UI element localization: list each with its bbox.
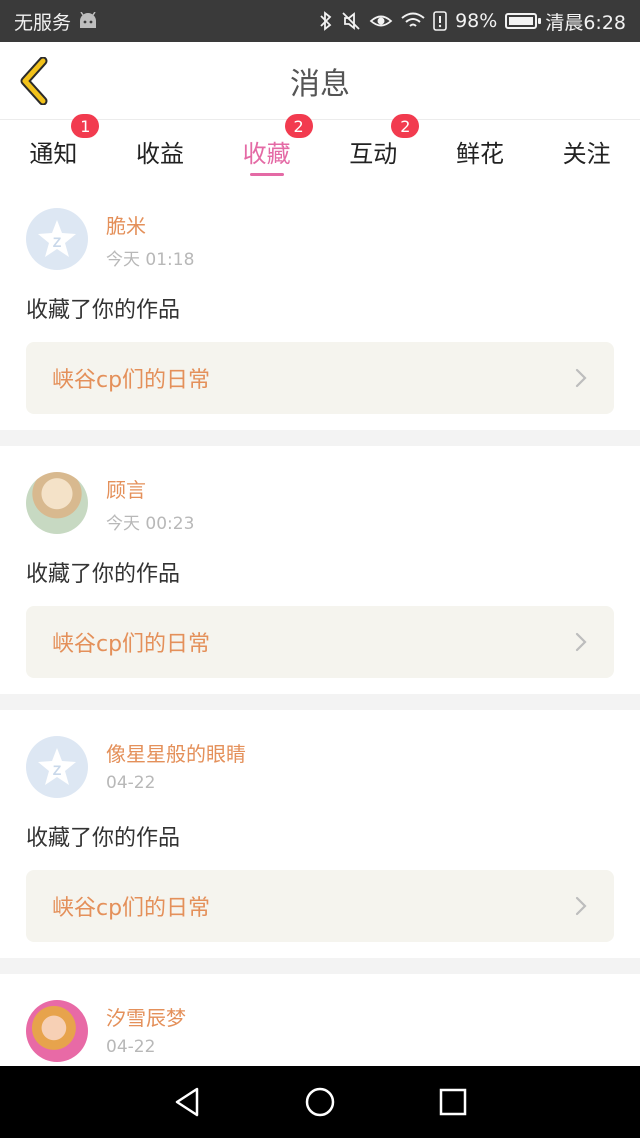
user-meta: 顾言今天 00:23: [106, 472, 194, 534]
page-title: 消息: [290, 66, 350, 102]
circle-home-icon: [305, 1087, 335, 1117]
battery-percent: 98%: [455, 10, 498, 32]
username[interactable]: 脆米: [106, 210, 194, 239]
action-text: 收藏了你的作品: [26, 298, 181, 323]
svg-text:Z: Z: [53, 762, 62, 778]
tab-label: 收藏: [242, 139, 291, 168]
doll-avatar[interactable]: [26, 1000, 88, 1062]
battery-icon: [505, 13, 542, 29]
mute-icon: [341, 11, 361, 31]
carrier-label: 无服务: [14, 11, 72, 34]
user-meta: 像星星般的眼睛 04-22: [106, 736, 246, 793]
star-icon: Z: [38, 748, 76, 785]
chevron-right-icon: [574, 631, 588, 653]
nav-back-button[interactable]: [163, 1078, 211, 1126]
username[interactable]: 顾言: [106, 474, 194, 503]
unread-badge: 1: [71, 114, 100, 138]
clock: 清晨6:28: [545, 11, 626, 34]
tab-label: 通知: [29, 139, 78, 168]
android-icon: [77, 12, 99, 30]
timestamp: 今天 01:18: [106, 250, 195, 270]
chevron-right-icon: [574, 895, 588, 917]
triangle-back-icon: [175, 1087, 198, 1117]
tab-3[interactable]: 互动 2: [320, 114, 427, 182]
tab-2[interactable]: 收藏 2: [213, 114, 320, 182]
system-nav-bar: [0, 1066, 640, 1138]
tab-label: 鲜花: [455, 139, 504, 168]
work-link[interactable]: 峡谷cp们的日常: [26, 342, 614, 414]
default-avatar[interactable]: Z: [26, 736, 88, 798]
star-icon: Z: [38, 220, 76, 257]
sim-alert-icon: [433, 11, 447, 31]
nav-recents-button[interactable]: [429, 1078, 477, 1126]
chevron-right-icon: [574, 367, 588, 389]
message-card: 顾言今天 00:23 收藏了你的作品峡谷cp们的日常: [0, 446, 640, 694]
message-card: Z 像星星般的眼睛 04-22 收藏了你的作品峡谷cp们的日常: [0, 710, 640, 958]
user-meta: 脆米今天 01:18: [106, 208, 194, 270]
timestamp: 04-22: [106, 773, 156, 793]
unread-badge: 2: [391, 114, 420, 138]
back-button[interactable]: [14, 56, 54, 106]
nav-home-button[interactable]: [296, 1078, 344, 1126]
wifi-icon: [401, 12, 425, 30]
active-tab-indicator: [249, 173, 284, 176]
tab-bar: 通知 1 收益 收藏 2 互动 2 鲜花 关注: [0, 114, 640, 182]
work-title: 峡谷cp们的日常: [52, 632, 211, 657]
tab-4[interactable]: 鲜花: [427, 120, 534, 182]
username[interactable]: 像星星般的眼睛: [106, 738, 246, 767]
work-link[interactable]: 峡谷cp们的日常: [26, 606, 614, 678]
anime-girl-avatar[interactable]: [26, 472, 88, 534]
eye-comfort-icon: [369, 12, 393, 30]
square-recents-icon: [440, 1088, 467, 1116]
action-text: 收藏了你的作品: [26, 562, 181, 587]
tab-label: 互动: [349, 139, 398, 168]
status-bar: 无服务 98% 清晨6:28: [0, 0, 640, 42]
timestamp: 04-22: [106, 1037, 156, 1057]
user-row: Z 像星星般的眼睛 04-22: [26, 736, 614, 798]
tab-5[interactable]: 关注: [533, 120, 640, 182]
tab-1[interactable]: 收益: [107, 120, 214, 182]
timestamp: 今天 00:23: [106, 514, 195, 534]
message-card: Z 脆米今天 01:18 收藏了你的作品峡谷cp们的日常: [0, 182, 640, 430]
unread-badge: 2: [284, 114, 313, 138]
username[interactable]: 汐雪辰梦: [106, 1002, 186, 1031]
back-arrow-icon: [20, 57, 48, 105]
user-row: 顾言今天 00:23: [26, 472, 614, 534]
user-row: 汐雪辰梦 04-22: [26, 1000, 614, 1062]
svg-text:Z: Z: [53, 234, 62, 250]
work-title: 峡谷cp们的日常: [52, 368, 211, 393]
user-row: Z 脆米今天 01:18: [26, 208, 614, 270]
message-feed: Z 脆米 今天 01:18 收藏了你的作品 峡谷cp们的日常 顾言 今天 00:23 收藏了你…: [0, 182, 640, 1066]
message-card: 汐雪辰梦 04-22: [0, 974, 640, 1066]
action-text: 收藏了你的作品: [26, 826, 181, 851]
work-title: 峡谷cp们的日常: [52, 896, 211, 921]
work-link[interactable]: 峡谷cp们的日常: [26, 870, 614, 942]
tab-label: 收益: [135, 139, 184, 168]
tab-0[interactable]: 通知 1: [0, 114, 107, 182]
tab-label: 关注: [562, 139, 611, 168]
default-avatar[interactable]: Z: [26, 208, 88, 270]
bluetooth-icon: [319, 11, 333, 31]
app-header: 消息: [0, 42, 640, 120]
user-meta: 汐雪辰梦 04-22: [106, 1000, 186, 1057]
